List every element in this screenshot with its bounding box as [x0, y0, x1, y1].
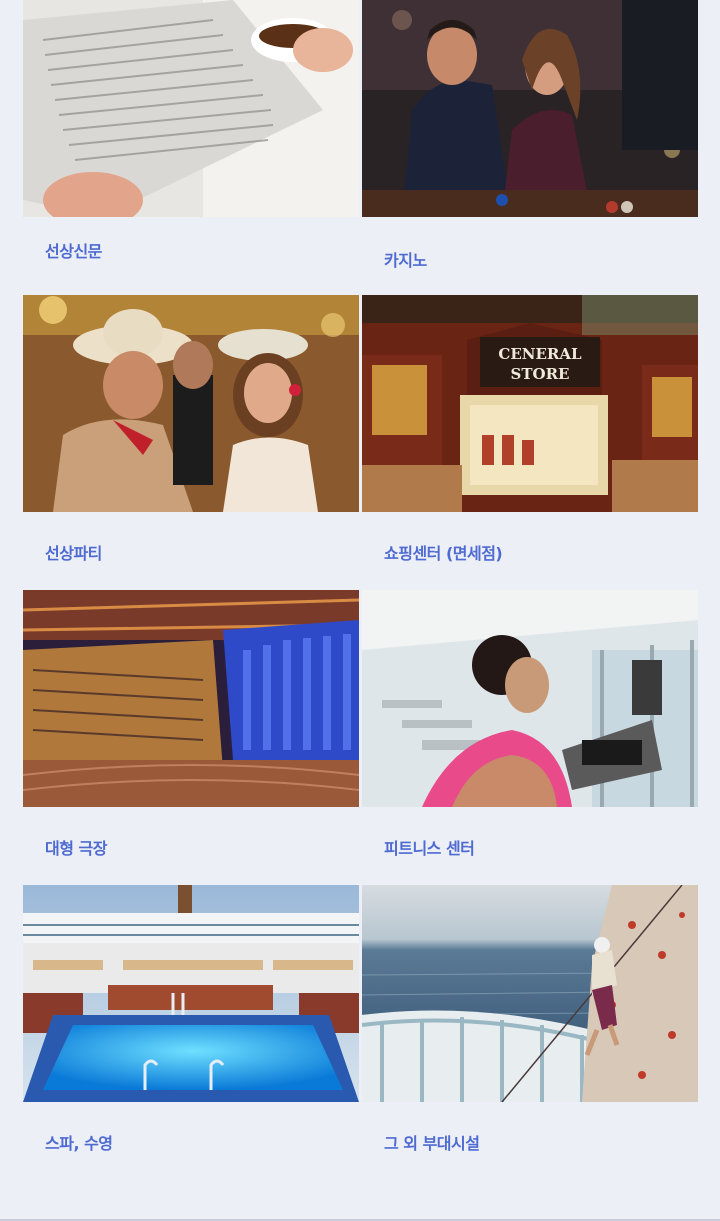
- facility-label: 카지노: [384, 251, 427, 270]
- facility-label: 쇼핑센터 (면세점): [384, 544, 503, 563]
- facility-label: 대형 극장: [45, 839, 107, 858]
- party-photo: [23, 295, 359, 512]
- facilities-page: { "facilities": [ {"label": "선상신문", "ima…: [0, 0, 720, 1221]
- svg-text:STORE: STORE: [511, 365, 570, 383]
- facility-label: 그 외 부대시설: [384, 1134, 480, 1153]
- facility-label: 선상신문: [45, 242, 102, 261]
- fitness-photo: [362, 590, 698, 807]
- casino-photo: [362, 0, 698, 217]
- svg-text:CENERAL: CENERAL: [498, 345, 582, 363]
- facility-label: 스파, 수영: [45, 1134, 113, 1153]
- facility-label: 피트니스 센터: [384, 839, 475, 858]
- newspaper-photo: [23, 0, 359, 217]
- facility-label: 선상파티: [45, 544, 102, 563]
- theater-photo: [23, 590, 359, 807]
- pool-photo: [23, 885, 359, 1102]
- rock-climbing-photo: [362, 885, 698, 1102]
- shopping-store-photo: CENERAL STORE: [362, 295, 698, 512]
